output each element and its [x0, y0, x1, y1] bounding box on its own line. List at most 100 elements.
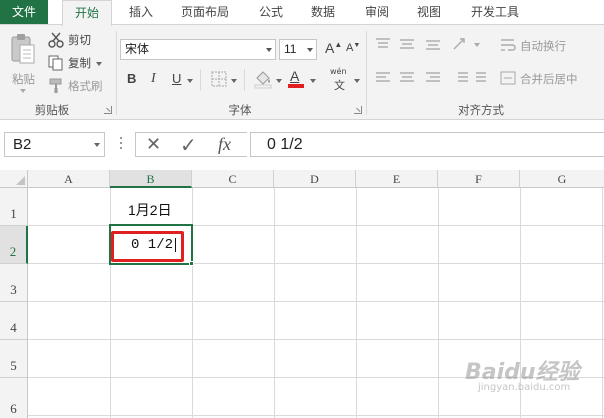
borders-icon[interactable]: [211, 71, 227, 87]
column-header-d[interactable]: D: [274, 170, 356, 188]
font-group-label: 字体: [228, 103, 252, 117]
font-color-icon: A: [290, 68, 300, 84]
copy-button[interactable]: 复制: [48, 54, 104, 72]
italic-button[interactable]: I: [151, 71, 156, 87]
merge-center-button[interactable]: 合并后居中: [500, 70, 600, 88]
cut-button[interactable]: 剪切: [48, 31, 98, 49]
gridline: [110, 188, 111, 418]
gridline: [28, 415, 604, 416]
phonetic-button[interactable]: wén 文: [330, 67, 352, 93]
wrap-text-button[interactable]: 自动换行: [500, 37, 580, 55]
column-header-b[interactable]: B: [110, 170, 192, 188]
ribbon: 粘贴 剪切 复制 格式刷 剪贴板 宋体 11 A▲ A▼ B I U A wén…: [0, 24, 604, 120]
font-name-select[interactable]: 宋体: [120, 39, 276, 60]
orientation-icon[interactable]: [452, 37, 472, 51]
formula-input[interactable]: 0 1/2: [250, 132, 604, 157]
tab-home[interactable]: 开始: [62, 0, 112, 26]
ribbon-tab-bar: 文件 开始 插入 页面布局 公式 数据 审阅 视图 开发工具: [0, 0, 604, 26]
group-divider: [116, 31, 117, 115]
merge-center-label: 合并后居中: [520, 72, 578, 86]
enter-icon[interactable]: ✓: [180, 133, 197, 157]
underline-button[interactable]: U: [172, 71, 181, 86]
row-number: 1: [10, 206, 17, 221]
select-all-button[interactable]: [0, 170, 28, 188]
tab-file[interactable]: 文件: [0, 0, 48, 25]
row-header-2[interactable]: 2: [0, 226, 28, 264]
phonetic-dropdown-arrow[interactable]: [354, 79, 360, 83]
tab-developer[interactable]: 开发工具: [460, 0, 530, 25]
row-number: 3: [10, 282, 17, 297]
name-box-value: B2: [13, 136, 32, 153]
font-size-select[interactable]: 11: [279, 39, 317, 60]
row-header-5[interactable]: 5: [0, 340, 28, 378]
merge-center-icon: [500, 71, 516, 85]
toolbar-divider: [244, 69, 245, 91]
row-header-1[interactable]: 1: [0, 188, 28, 226]
row-number: 5: [10, 358, 17, 373]
tab-insert[interactable]: 插入: [120, 0, 162, 25]
gridline: [28, 339, 604, 340]
fill-handle[interactable]: [189, 261, 194, 266]
shrink-font-button[interactable]: A▼: [346, 42, 360, 54]
row-number: 4: [10, 320, 17, 335]
alignment-group-label: 对齐方式: [458, 103, 504, 117]
clipboard-group-label: 剪贴板: [34, 103, 70, 117]
underline-dropdown-arrow[interactable]: [187, 79, 193, 83]
column-header-a[interactable]: A: [28, 170, 110, 188]
format-painter-label: 格式刷: [68, 79, 103, 93]
column-header-c[interactable]: C: [192, 170, 274, 188]
tab-page-layout[interactable]: 页面布局: [172, 0, 238, 25]
paste-icon: [11, 34, 35, 64]
group-divider: [366, 31, 367, 115]
phonetic-char: 文: [334, 79, 345, 92]
name-box[interactable]: B2: [4, 132, 105, 157]
formula-bar: B2 ✕ ✓ fx 0 1/2: [0, 120, 604, 170]
format-painter-icon: [49, 78, 62, 93]
cancel-icon[interactable]: ✕: [146, 134, 161, 155]
clipboard-launcher-icon[interactable]: [104, 106, 112, 114]
paste-dropdown-arrow[interactable]: [20, 89, 26, 93]
row-header-6[interactable]: 6: [0, 378, 28, 418]
borders-dropdown-arrow[interactable]: [231, 79, 237, 83]
grow-font-button[interactable]: A▲: [325, 40, 342, 56]
phonetic-pinyin: wén: [330, 67, 347, 76]
row-header-3[interactable]: 3: [0, 264, 28, 302]
wrap-text-icon: [501, 39, 516, 51]
horizontal-align-icons[interactable]: [374, 71, 444, 85]
resize-handle-icon[interactable]: [120, 137, 123, 153]
font-launcher-icon[interactable]: [354, 106, 362, 114]
vertical-align-icons[interactable]: [374, 37, 444, 51]
watermark-url: jingyan.baidu.com: [478, 382, 571, 393]
font-name-value: 宋体: [125, 42, 150, 56]
copy-dropdown-arrow[interactable]: [96, 62, 102, 66]
formula-buttons: ✕ ✓ fx: [135, 132, 247, 157]
gridline: [602, 188, 603, 418]
column-header-g[interactable]: G: [520, 170, 604, 188]
chevron-down-icon: [307, 48, 313, 52]
tab-data[interactable]: 数据: [302, 0, 344, 25]
cell-b1[interactable]: 1月2日: [128, 200, 172, 220]
tab-review[interactable]: 审阅: [356, 0, 398, 25]
column-header-f[interactable]: F: [438, 170, 520, 188]
format-painter-button[interactable]: 格式刷: [48, 77, 108, 95]
column-header-e[interactable]: E: [356, 170, 438, 188]
insert-function-icon[interactable]: fx: [218, 134, 231, 155]
tab-view[interactable]: 视图: [408, 0, 450, 25]
row-header-4[interactable]: 4: [0, 302, 28, 340]
copy-label: 复制: [68, 56, 91, 70]
fill-color-dropdown-arrow[interactable]: [276, 79, 282, 83]
font-color-button[interactable]: A: [288, 68, 306, 88]
paste-button[interactable]: 粘贴: [6, 31, 42, 97]
worksheet-grid[interactable]: A B C D E F G 1 2 3 4 5 6 1月2日 0 1/2 Bai…: [0, 170, 604, 418]
indent-icons[interactable]: [452, 71, 492, 85]
fill-color-icon[interactable]: [254, 69, 272, 89]
row-number: 6: [10, 401, 17, 416]
tab-formulas[interactable]: 公式: [250, 0, 292, 25]
bold-button[interactable]: B: [127, 71, 136, 86]
font-color-dropdown-arrow[interactable]: [310, 79, 316, 83]
orientation-dropdown-arrow[interactable]: [474, 43, 480, 47]
cell-b2[interactable]: 0 1/2: [131, 237, 173, 253]
copy-icon: [48, 55, 63, 71]
toolbar-divider: [200, 69, 201, 91]
row-number: 2: [9, 244, 17, 259]
